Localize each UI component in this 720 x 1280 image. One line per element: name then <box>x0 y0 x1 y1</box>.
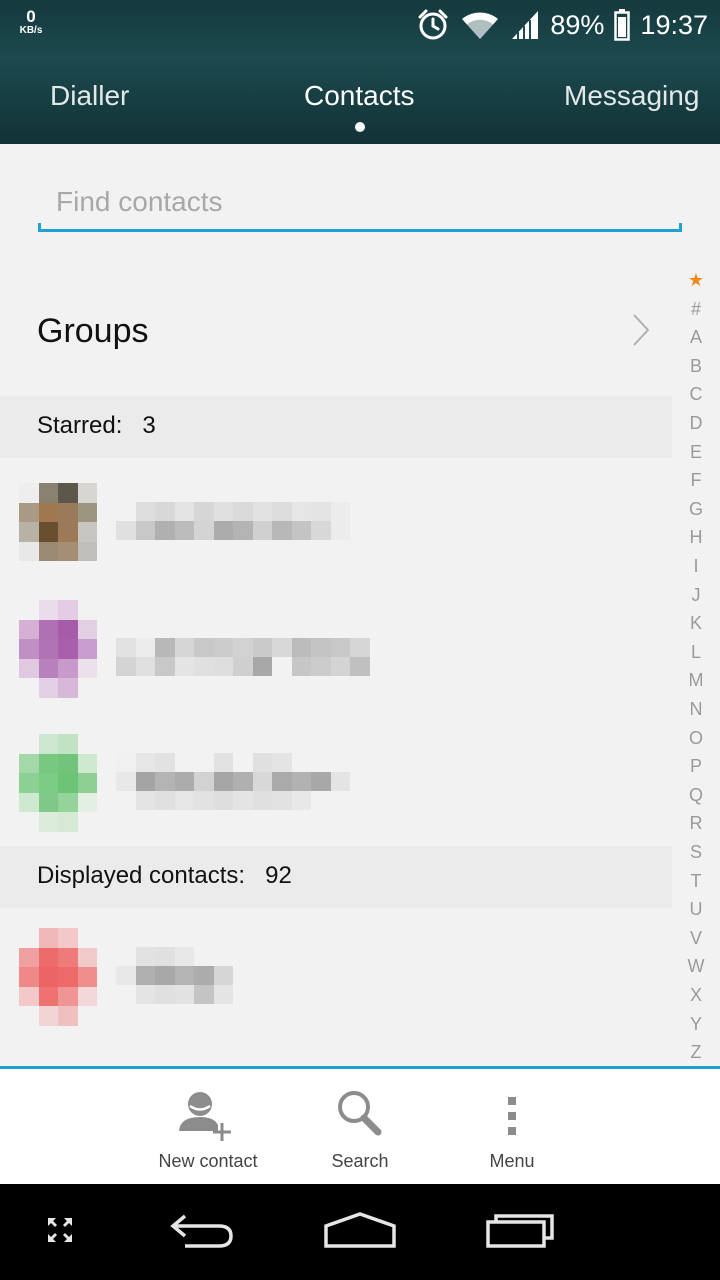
alpha-index-letter[interactable]: S <box>676 842 716 863</box>
alpha-index-letter[interactable]: B <box>676 356 716 377</box>
menu-label: Menu <box>489 1151 535 1171</box>
clock: 19:37 <box>640 9 708 40</box>
alpha-index-letter[interactable]: X <box>676 985 716 1006</box>
app-header: 0 KB/s 89% 19:37 Dialler Contacts Messag… <box>0 0 720 144</box>
displayed-contacts-label-text: Displayed contacts: <box>37 862 246 889</box>
alarm-icon <box>416 8 450 42</box>
tab-messaging[interactable]: Messaging <box>564 80 699 112</box>
search-field <box>38 176 682 232</box>
cellular-signal-icon <box>510 9 540 41</box>
alpha-index-letter[interactable]: W <box>676 956 716 977</box>
alpha-index-letter[interactable]: C <box>676 384 716 405</box>
back-arrow-icon <box>165 1210 235 1255</box>
avatar <box>19 483 97 561</box>
search-label: Search <box>331 1151 389 1171</box>
fullscreen-button[interactable] <box>30 1184 90 1280</box>
contact-row[interactable] <box>0 596 672 716</box>
alpha-index-letter[interactable]: N <box>676 699 716 720</box>
chevron-right-icon <box>630 312 652 353</box>
recent-apps-button[interactable] <box>480 1184 560 1280</box>
contact-row[interactable] <box>0 924 672 1044</box>
network-speed-value: 0 <box>26 7 36 26</box>
add-person-icon <box>138 1087 278 1147</box>
groups-row[interactable]: Groups <box>0 262 672 394</box>
network-speed-unit: KB/s <box>19 25 43 36</box>
selected-tab-indicator <box>355 122 365 132</box>
alpha-index-letter[interactable]: J <box>676 585 716 606</box>
starred-label: Starred: 3 <box>37 412 156 440</box>
avatar <box>19 734 97 832</box>
starred-label-text: Starred: <box>37 412 123 439</box>
alphabet-index[interactable]: ★ # A B C D E F G H I J K L M N O P Q R S T U V W X Y Z <box>676 270 716 1065</box>
network-speed-indicator: 0 KB/s <box>14 8 48 36</box>
home-button[interactable] <box>320 1184 400 1280</box>
battery-percent: 89% <box>550 9 605 40</box>
alpha-index-letter[interactable]: R <box>676 813 716 834</box>
home-icon <box>322 1210 398 1255</box>
alpha-index-letter[interactable]: T <box>676 871 716 892</box>
alpha-index-letter[interactable]: V <box>676 928 716 949</box>
alpha-index-starred[interactable]: ★ <box>676 270 716 291</box>
displayed-contacts-header: Displayed contacts: 92 <box>0 846 672 908</box>
tab-contacts[interactable]: Contacts <box>304 80 415 112</box>
new-contact-button[interactable]: New contact <box>138 1087 278 1172</box>
contact-name-redacted <box>116 638 370 676</box>
contact-name-redacted <box>116 502 350 540</box>
menu-button[interactable]: Menu <box>442 1087 582 1172</box>
starred-count: 3 <box>142 412 156 439</box>
alpha-index-letter[interactable]: F <box>676 470 716 491</box>
starred-section-header: Starred: 3 <box>0 396 672 458</box>
alpha-index-letter[interactable]: G <box>676 499 716 520</box>
contact-name-redacted <box>116 947 233 1004</box>
expand-arrows-icon <box>47 1217 73 1248</box>
avatar <box>19 600 97 698</box>
displayed-contacts-label: Displayed contacts: 92 <box>37 862 292 890</box>
back-button[interactable] <box>160 1184 240 1280</box>
contact-name-redacted <box>116 753 350 810</box>
tab-bar: Dialler Contacts Messaging <box>0 60 720 144</box>
alpha-index-letter[interactable]: H <box>676 527 716 548</box>
alpha-index-letter[interactable]: K <box>676 613 716 634</box>
avatar <box>19 928 97 1026</box>
alpha-index-letter[interactable]: M <box>676 670 716 691</box>
battery-icon <box>614 9 631 41</box>
alpha-index-letter[interactable]: I <box>676 556 716 577</box>
search-underline <box>38 223 682 232</box>
groups-label: Groups <box>37 312 149 350</box>
alpha-index-letter[interactable]: D <box>676 413 716 434</box>
alpha-index-letter[interactable]: Z <box>676 1042 716 1063</box>
bottom-action-bar: New contact Search Menu <box>0 1066 720 1184</box>
search-button[interactable]: Search <box>290 1087 430 1172</box>
alpha-index-letter[interactable]: A <box>676 327 716 348</box>
new-contact-label: New contact <box>158 1151 258 1171</box>
recent-apps-icon <box>484 1210 556 1255</box>
find-contacts-input[interactable] <box>38 176 682 228</box>
wifi-icon <box>460 9 500 41</box>
search-icon <box>290 1087 430 1147</box>
alpha-index-letter[interactable]: L <box>676 642 716 663</box>
alpha-index-letter[interactable]: # <box>676 299 716 320</box>
system-navigation-bar <box>0 1184 720 1280</box>
alpha-index-letter[interactable]: O <box>676 728 716 749</box>
tab-dialler[interactable]: Dialler <box>50 80 129 112</box>
alpha-index-letter[interactable]: Q <box>676 785 716 806</box>
contact-row[interactable] <box>0 470 672 590</box>
alpha-index-letter[interactable]: E <box>676 442 716 463</box>
alpha-index-letter[interactable]: Y <box>676 1014 716 1035</box>
displayed-contacts-count: 92 <box>265 862 292 889</box>
overflow-menu-icon <box>442 1087 582 1147</box>
alpha-index-letter[interactable]: U <box>676 899 716 920</box>
alpha-index-letter[interactable]: P <box>676 756 716 777</box>
status-icons: 89% 19:37 <box>416 6 708 44</box>
status-bar: 0 KB/s 89% 19:37 <box>0 0 720 50</box>
contact-row[interactable] <box>0 730 672 850</box>
